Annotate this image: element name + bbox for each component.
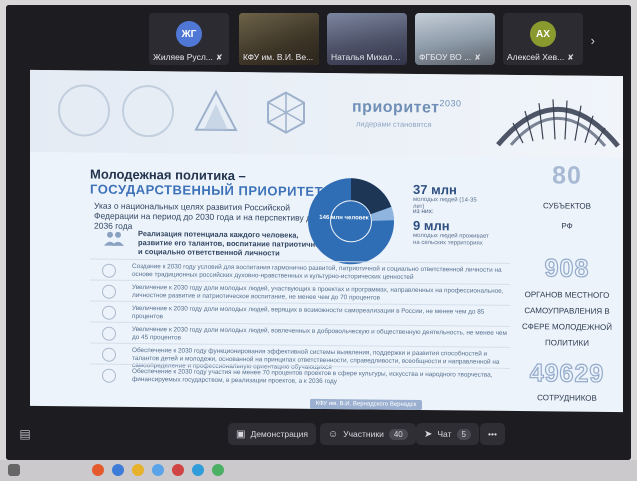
participant-name: Наталья Михаль...: [331, 52, 403, 62]
goal-text: Увеличение к 2030 году доли молодых люде…: [132, 325, 507, 341]
list-item: Обеспечение к 2030 году участия не менее…: [90, 363, 510, 389]
participants-label: Участники: [343, 429, 384, 439]
rural-count: 9 млн: [413, 217, 450, 234]
potential-text: Реализация потенциала каждого человека, …: [138, 229, 325, 258]
taskbar-app-icon[interactable]: [92, 464, 104, 476]
regions-count: 80: [552, 161, 582, 190]
employees-count: 49629: [529, 359, 605, 389]
screen-share-button[interactable]: ▣ Демонстрация: [228, 423, 317, 445]
layout-icon[interactable]: ▤: [6, 421, 44, 447]
more-button[interactable]: •••: [480, 423, 505, 445]
participants-strip: ЖГ Жиляев Русл... ✘ КФУ им. В.И. Ве... На…: [6, 5, 631, 71]
taskbar-app-icon[interactable]: [112, 464, 124, 476]
goal-icon: [102, 326, 116, 341]
stats-column: 80 СУБЪЕКТОВ РФ 908 ОРГАНОВ МЕСТНОГО САМ…: [511, 157, 623, 412]
slide-title: Молодежная политика –: [90, 166, 246, 184]
hexagon-logo: [267, 91, 305, 134]
employees-label: СОТРУДНИКОВ: [537, 393, 597, 403]
brand-subtitle: лидерами становятся: [356, 119, 432, 130]
mic-muted-icon: ✘: [474, 53, 481, 62]
photo-frame: ЖГ Жиляев Русл... ✘ КФУ им. В.И. Ве... На…: [0, 0, 637, 481]
academy-seal-logo: [122, 84, 174, 138]
participants-count: 40: [388, 428, 408, 440]
brand-text: приоритет: [352, 98, 440, 117]
of-them-label: из них:: [413, 207, 434, 216]
taskbar-app-icon[interactable]: [172, 464, 184, 476]
mic-muted-icon: ✘: [215, 53, 223, 62]
chat-label: Чат: [437, 429, 452, 439]
goal-text: Обеспечение к 2030 году участия не менее…: [132, 367, 493, 385]
taskbar-app-icon[interactable]: [132, 464, 144, 476]
screen-share-icon: ▣: [236, 428, 246, 440]
municipal-bodies-count: 908: [544, 254, 590, 284]
arch-building-illustration: [496, 99, 620, 148]
slide-header: приоритет2030 лидерами становятся: [30, 69, 623, 159]
participant-name: Жиляев Русл...: [153, 52, 213, 62]
participant-tile-2[interactable]: КФУ им. В.И. Ве...: [239, 13, 319, 65]
shared-presentation-slide: приоритет2030 лидерами становятся Молоде…: [30, 69, 623, 413]
chat-icon: ➤: [424, 428, 433, 440]
goal-icon: [102, 305, 116, 320]
participant-name: КФУ им. В.И. Ве...: [243, 52, 314, 62]
taskbar-app-icon[interactable]: [152, 464, 164, 476]
call-toolbar: ▤ ▣ Демонстрация ☺ Участники 40 ➤ Чат 5 •••: [6, 413, 631, 460]
rural-stat: 9 млн молодых людей проживает на сельски…: [413, 218, 497, 248]
participant-tile-3[interactable]: Наталья Михаль...✘: [327, 13, 407, 65]
youth-count: 37 млн: [413, 181, 457, 198]
chevron-right-icon[interactable]: ›: [591, 33, 595, 48]
more-icon: •••: [488, 429, 497, 439]
goal-text: Создание к 2030 году условий для воспита…: [132, 262, 502, 281]
goal-icon: [102, 347, 116, 362]
chat-count: 5: [456, 428, 471, 440]
video-call-window: ЖГ Жиляев Русл... ✘ КФУ им. В.И. Ве... На…: [6, 5, 631, 460]
goal-icon: [102, 263, 116, 278]
goal-icon: [102, 368, 116, 383]
participant-avatar: ЖГ: [176, 21, 202, 47]
decree-text: Указ о национальных целях развития Росси…: [94, 200, 316, 231]
windows-start-icon[interactable]: [8, 464, 20, 476]
university-seal-logo: [58, 84, 110, 137]
municipal-bodies-label: ОРГАНОВ МЕСТНОГО САМОУПРАВЛЕНИЯ В СФЕРЕ …: [521, 290, 613, 348]
rural-desc: молодых людей проживает на сельских терр…: [413, 232, 489, 247]
os-taskbar: [0, 460, 637, 481]
participants-button[interactable]: ☺ Участники 40: [320, 423, 416, 445]
regions-label: СУБЪЕКТОВ РФ: [543, 201, 591, 231]
participant-name: ФГБОУ ВО ...: [419, 52, 472, 62]
taskbar-app-icon[interactable]: [212, 464, 224, 476]
goals-list: Создание к 2030 году условий для воспита…: [90, 258, 510, 389]
chat-button[interactable]: ➤ Чат 5: [416, 423, 479, 445]
taskbar-app-icon[interactable]: [192, 464, 204, 476]
triangle-logo: [194, 89, 238, 132]
goal-text: Увеличение к 2030 году доли молодых люде…: [132, 283, 504, 302]
brand-name: приоритет2030: [352, 97, 462, 117]
people-icon: [104, 231, 124, 246]
brand-year: 2030: [439, 98, 462, 109]
participant-tile-5[interactable]: АХ Алексей Хев... ✘: [503, 13, 583, 65]
participant-tile-4[interactable]: ФГБОУ ВО ... ✘: [415, 13, 495, 65]
participant-avatar: АХ: [530, 21, 556, 47]
goal-text: Увеличение к 2030 году доли молодых люде…: [132, 304, 485, 320]
participant-tile-1[interactable]: ЖГ Жиляев Русл... ✘: [149, 13, 229, 65]
goal-icon: [102, 284, 116, 299]
donut-center-label: 146 млн человек: [319, 214, 369, 222]
screen-share-label: Демонстрация: [250, 429, 309, 439]
mic-muted-icon: ✘: [567, 53, 574, 62]
people-icon: ☺: [328, 428, 339, 440]
slide-title-highlight: ГОСУДАРСТВЕННЫЙ ПРИОРИТЕТ: [90, 181, 324, 199]
participant-name: Алексей Хев...: [507, 52, 565, 62]
presenter-caption: КФУ им. В.И. Вернадского Вернадск: [310, 398, 422, 411]
